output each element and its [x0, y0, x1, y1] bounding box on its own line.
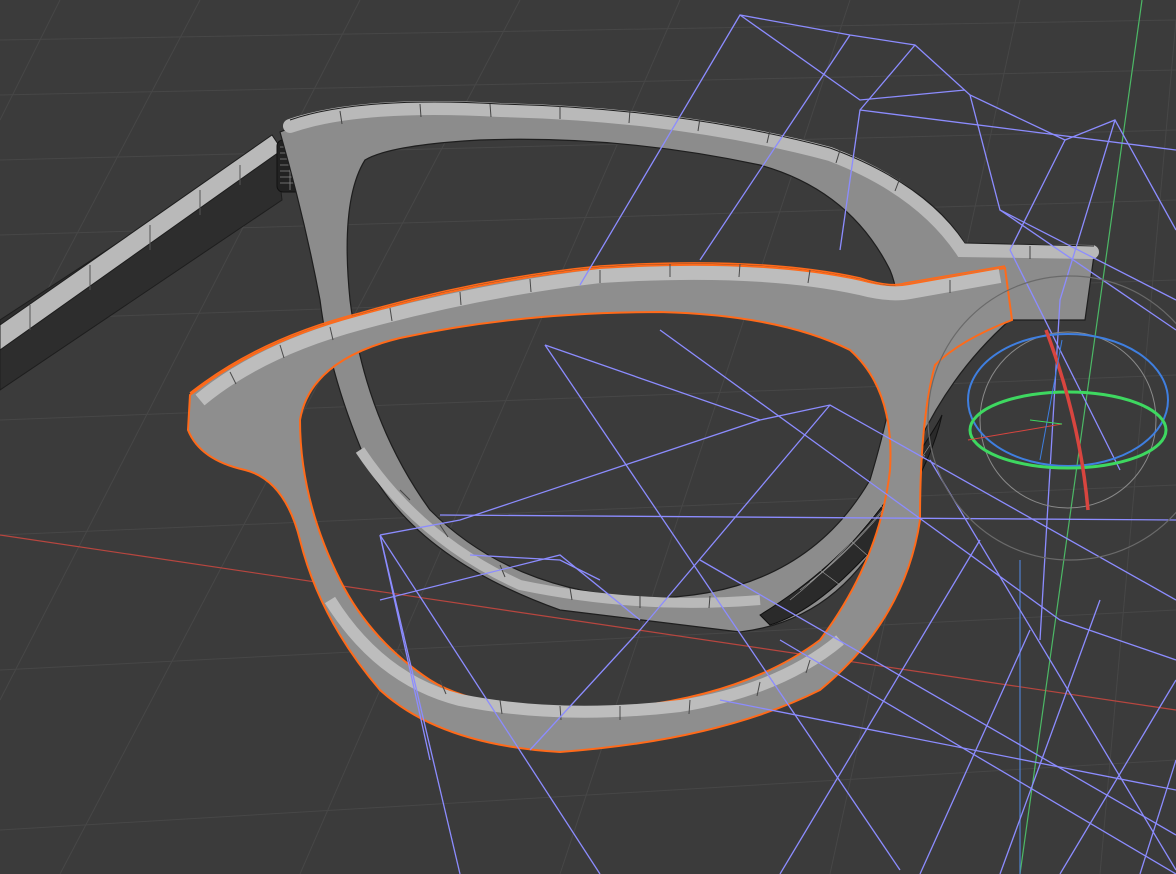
y-axis-line — [1019, 0, 1143, 874]
temple-arm[interactable] — [0, 134, 283, 391]
3d-viewport[interactable] — [0, 0, 1176, 874]
front-frame[interactable] — [186, 262, 1014, 754]
viewport-canvas[interactable] — [0, 0, 1176, 874]
x-axis-line — [0, 534, 1176, 711]
